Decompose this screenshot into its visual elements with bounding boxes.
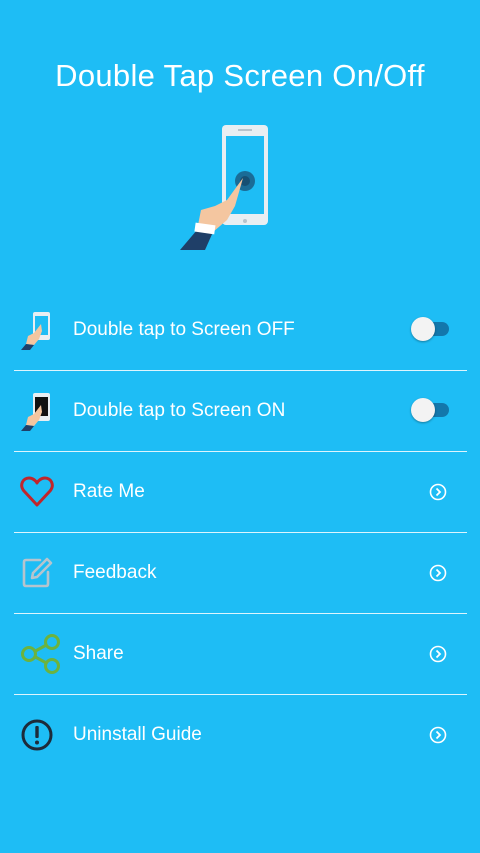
feedback-label: Feedback [73, 562, 157, 583]
rate-me-label: Rate Me [73, 481, 145, 502]
phone-tap-on-icon [14, 371, 70, 451]
chevron-right-icon [429, 564, 447, 582]
share-row[interactable]: Share [14, 614, 467, 695]
share-icon [14, 614, 70, 694]
screen-off-label: Double tap to Screen OFF [73, 319, 295, 340]
rate-me-row[interactable]: Rate Me [14, 452, 467, 533]
phone-tap-illustration [175, 120, 275, 255]
settings-list: Double tap to Screen OFF Double tap to S… [14, 290, 467, 775]
heart-icon [14, 452, 70, 532]
edit-icon [14, 533, 70, 613]
exclamation-icon [14, 695, 70, 775]
chevron-right-icon [429, 726, 447, 744]
screen-off-toggle-row[interactable]: Double tap to Screen OFF [14, 290, 467, 371]
uninstall-guide-row[interactable]: Uninstall Guide [14, 695, 467, 775]
feedback-row[interactable]: Feedback [14, 533, 467, 614]
screen-off-toggle[interactable] [411, 317, 449, 341]
screen-on-label: Double tap to Screen ON [73, 400, 286, 421]
share-label: Share [73, 643, 124, 664]
uninstall-guide-label: Uninstall Guide [73, 724, 202, 745]
screen-on-toggle-row[interactable]: Double tap to Screen ON [14, 371, 467, 452]
page-title: Double Tap Screen On/Off [55, 58, 425, 93]
screen-on-toggle[interactable] [411, 398, 449, 422]
chevron-right-icon [429, 645, 447, 663]
phone-tap-off-icon [14, 290, 70, 370]
chevron-right-icon [429, 483, 447, 501]
